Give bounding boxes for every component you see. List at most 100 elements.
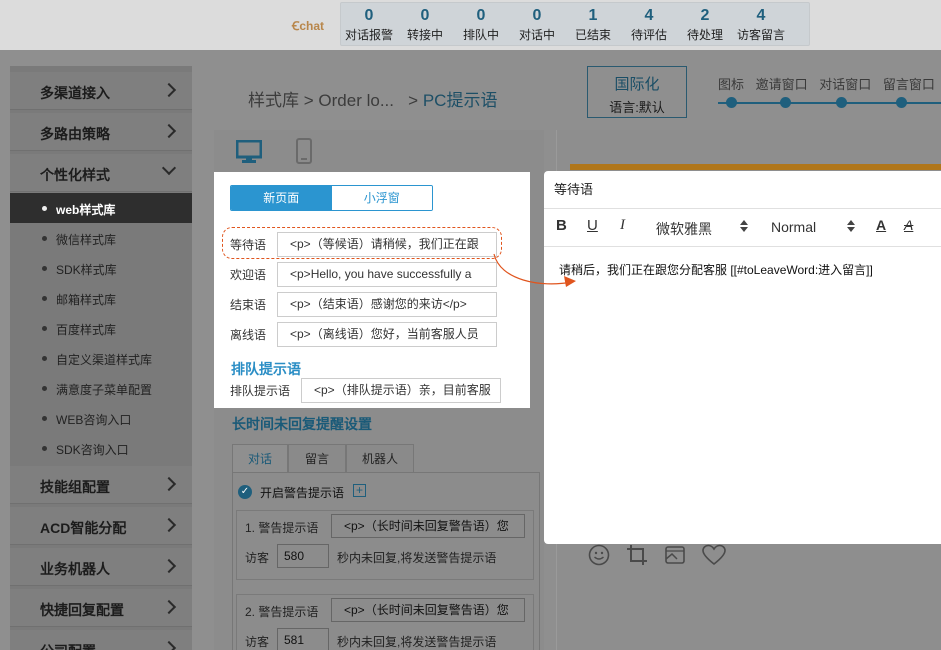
- connector-arrow-icon: [493, 253, 576, 287]
- warning-card: 1. 警告提示语 <p>（长时间未回复警告语）您 访客 580 秒内未回复,将发…: [236, 510, 534, 580]
- stat-messages[interactable]: 4 访客留言: [733, 3, 789, 45]
- italic-icon[interactable]: I: [620, 217, 625, 234]
- queue-message-input[interactable]: <p>（排队提示语）亲，目前客服: [301, 378, 501, 403]
- editor-content[interactable]: 请稍后，我们正在跟您分配客服 [[#toLeaveWord:进入留言]]: [559, 261, 873, 278]
- breadcrumb-separator: >: [408, 91, 419, 110]
- bold-icon[interactable]: B: [556, 217, 567, 234]
- stat-transfer[interactable]: 0 转接中: [397, 3, 453, 45]
- warning-label: 1. 警告提示语: [245, 521, 319, 535]
- sidebar-subitem-web-style[interactable]: web样式库: [10, 193, 192, 223]
- bullet-icon: [42, 356, 47, 361]
- emoji-icon[interactable]: [588, 544, 610, 569]
- step-dot[interactable]: [726, 97, 737, 108]
- field-label: 离线语: [230, 328, 267, 342]
- breadcrumb: 样式库 > Order lo... > PC提示语: [248, 86, 497, 111]
- stat-ended[interactable]: 1 已结束: [565, 3, 621, 45]
- breadcrumb-item[interactable]: 样式库: [248, 91, 299, 110]
- waiting-message-input[interactable]: <p>（等候语）请稍候，我们正在跟: [277, 232, 497, 257]
- stat-to-evaluate[interactable]: 4 待评估: [621, 3, 677, 45]
- sidebar-item-label: 技能组配置: [40, 479, 110, 495]
- stat-value: 0: [364, 7, 374, 24]
- sidebar-item-label: 多路由策略: [40, 126, 110, 142]
- sidebar-item-company[interactable]: 公司配置: [10, 630, 192, 650]
- bullet-icon: [42, 386, 47, 391]
- field-label: 排队提示语: [230, 384, 291, 398]
- bullet-icon: [42, 416, 47, 421]
- warning-text-input[interactable]: <p>（长时间未回复警告语）您: [331, 514, 525, 538]
- check-icon[interactable]: ✓: [238, 485, 252, 499]
- chevron-down-icon: [161, 160, 177, 176]
- seconds-input[interactable]: 581: [277, 628, 329, 650]
- stat-queue[interactable]: 0 排队中: [453, 3, 509, 45]
- field-label: 等待语: [230, 238, 267, 252]
- ending-message-input[interactable]: <p>（结束语）感谢您的来访</p>: [277, 292, 497, 317]
- visitor-label: 访客: [245, 551, 270, 565]
- tab-chat[interactable]: 对话: [232, 444, 288, 473]
- stat-value: 0: [532, 7, 542, 24]
- stat-pending[interactable]: 2 待处理: [677, 3, 733, 45]
- sidebar-subitem-satisfaction[interactable]: 满意度子菜单配置: [10, 373, 192, 403]
- step-dot[interactable]: [836, 97, 847, 108]
- i18n-button[interactable]: 国际化 语言:默认: [587, 66, 687, 118]
- desktop-icon[interactable]: [235, 139, 263, 167]
- step-message-window[interactable]: 留言窗口: [883, 77, 935, 92]
- breadcrumb-item[interactable]: Order lo...: [318, 91, 394, 110]
- sidebar-subitem-label: SDK咨询入口: [56, 443, 129, 457]
- font-family-select[interactable]: 微软雅黑: [656, 219, 712, 239]
- sidebar: 多渠道接入 多路由策略 个性化样式 web样式库 微信样式库 SDK样式库 邮箱…: [10, 66, 192, 650]
- tab-robot[interactable]: 机器人: [346, 444, 414, 473]
- step-chat-window[interactable]: 对话窗口: [819, 77, 871, 92]
- font-color-icon[interactable]: A: [876, 217, 886, 233]
- warning-text-input[interactable]: <p>（长时间未回复警告语）您: [331, 598, 525, 622]
- sidebar-item-skill-group[interactable]: 技能组配置: [10, 466, 192, 504]
- tab-message[interactable]: 留言: [288, 444, 346, 473]
- top-bar: Ꞓchat 0 对话报警 0 转接中 0 排队中 0 对话中 1 已结束 4 待评估 2 待处…: [0, 0, 941, 50]
- sidebar-subitem-email-style[interactable]: 邮箱样式库: [10, 283, 192, 313]
- prompt-settings-card: 新页面 小浮窗 等待语 <p>（等候语）请稍候，我们正在跟 欢迎语 <p>Hel…: [214, 172, 530, 408]
- crop-icon[interactable]: [626, 544, 648, 569]
- seconds-input[interactable]: 580: [277, 544, 329, 568]
- editor-title: 等待语: [544, 171, 941, 209]
- sidebar-item-multichannel[interactable]: 多渠道接入: [10, 72, 192, 110]
- step-dot[interactable]: [896, 97, 907, 108]
- config-steps: 图标 邀请窗口 对话窗口 留言窗口 工: [718, 74, 941, 93]
- image-icon[interactable]: [664, 544, 686, 569]
- clear-format-icon[interactable]: A: [904, 217, 913, 233]
- bullet-icon: [42, 206, 47, 211]
- step-icon[interactable]: 图标: [718, 77, 744, 92]
- welcome-message-input[interactable]: <p>Hello, you have successfully a: [277, 262, 497, 287]
- breadcrumb-current: PC提示语: [422, 91, 498, 110]
- step-dot[interactable]: [780, 97, 791, 108]
- stat-value: 4: [644, 7, 654, 24]
- sidebar-subitem-label: 邮箱样式库: [56, 293, 117, 307]
- seconds-suffix: 秒内未回复,将发送警告提示语: [337, 551, 497, 565]
- sidebar-subitem-wechat-style[interactable]: 微信样式库: [10, 223, 192, 253]
- sidebar-subitem-baidu-style[interactable]: 百度样式库: [10, 313, 192, 343]
- offline-message-input[interactable]: <p>（离线语）您好，当前客服人员: [277, 322, 497, 347]
- stat-label: 对话中: [518, 28, 555, 42]
- steps-line: [718, 102, 941, 104]
- tab-float-window[interactable]: 小浮窗: [331, 186, 432, 210]
- font-size-select[interactable]: Normal: [771, 219, 816, 235]
- sidebar-subitem-sdk-entry[interactable]: SDK咨询入口: [10, 433, 192, 463]
- stats-bar: 0 对话报警 0 转接中 0 排队中 0 对话中 1 已结束 4 待评估 2 待处理 4 访客留…: [340, 2, 810, 46]
- stat-chatting[interactable]: 0 对话中: [509, 3, 565, 45]
- heart-icon[interactable]: [702, 544, 726, 569]
- step-invite-window[interactable]: 邀请窗口: [756, 77, 808, 92]
- sidebar-item-quick-reply[interactable]: 快捷回复配置: [10, 589, 192, 627]
- sidebar-subitem-web-entry[interactable]: WEB咨询入口: [10, 403, 192, 433]
- sidebar-item-routing[interactable]: 多路由策略: [10, 113, 192, 151]
- sidebar-item-robot[interactable]: 业务机器人: [10, 548, 192, 586]
- underline-icon[interactable]: U: [587, 217, 598, 234]
- sidebar-subitem-custom-style[interactable]: 自定义渠道样式库: [10, 343, 192, 373]
- sidebar-item-style[interactable]: 个性化样式: [10, 154, 192, 192]
- i18n-language: 语言:默认: [609, 100, 665, 115]
- sidebar-subitem-sdk-style[interactable]: SDK样式库: [10, 253, 192, 283]
- sidebar-item-label: 个性化样式: [40, 167, 110, 183]
- sidebar-item-label: 快捷回复配置: [40, 602, 124, 618]
- sidebar-item-acd[interactable]: ACD智能分配: [10, 507, 192, 545]
- stat-alarm[interactable]: 0 对话报警: [341, 3, 397, 45]
- add-icon[interactable]: +: [353, 484, 366, 497]
- mobile-icon[interactable]: [296, 138, 312, 167]
- tab-new-page[interactable]: 新页面: [231, 186, 332, 210]
